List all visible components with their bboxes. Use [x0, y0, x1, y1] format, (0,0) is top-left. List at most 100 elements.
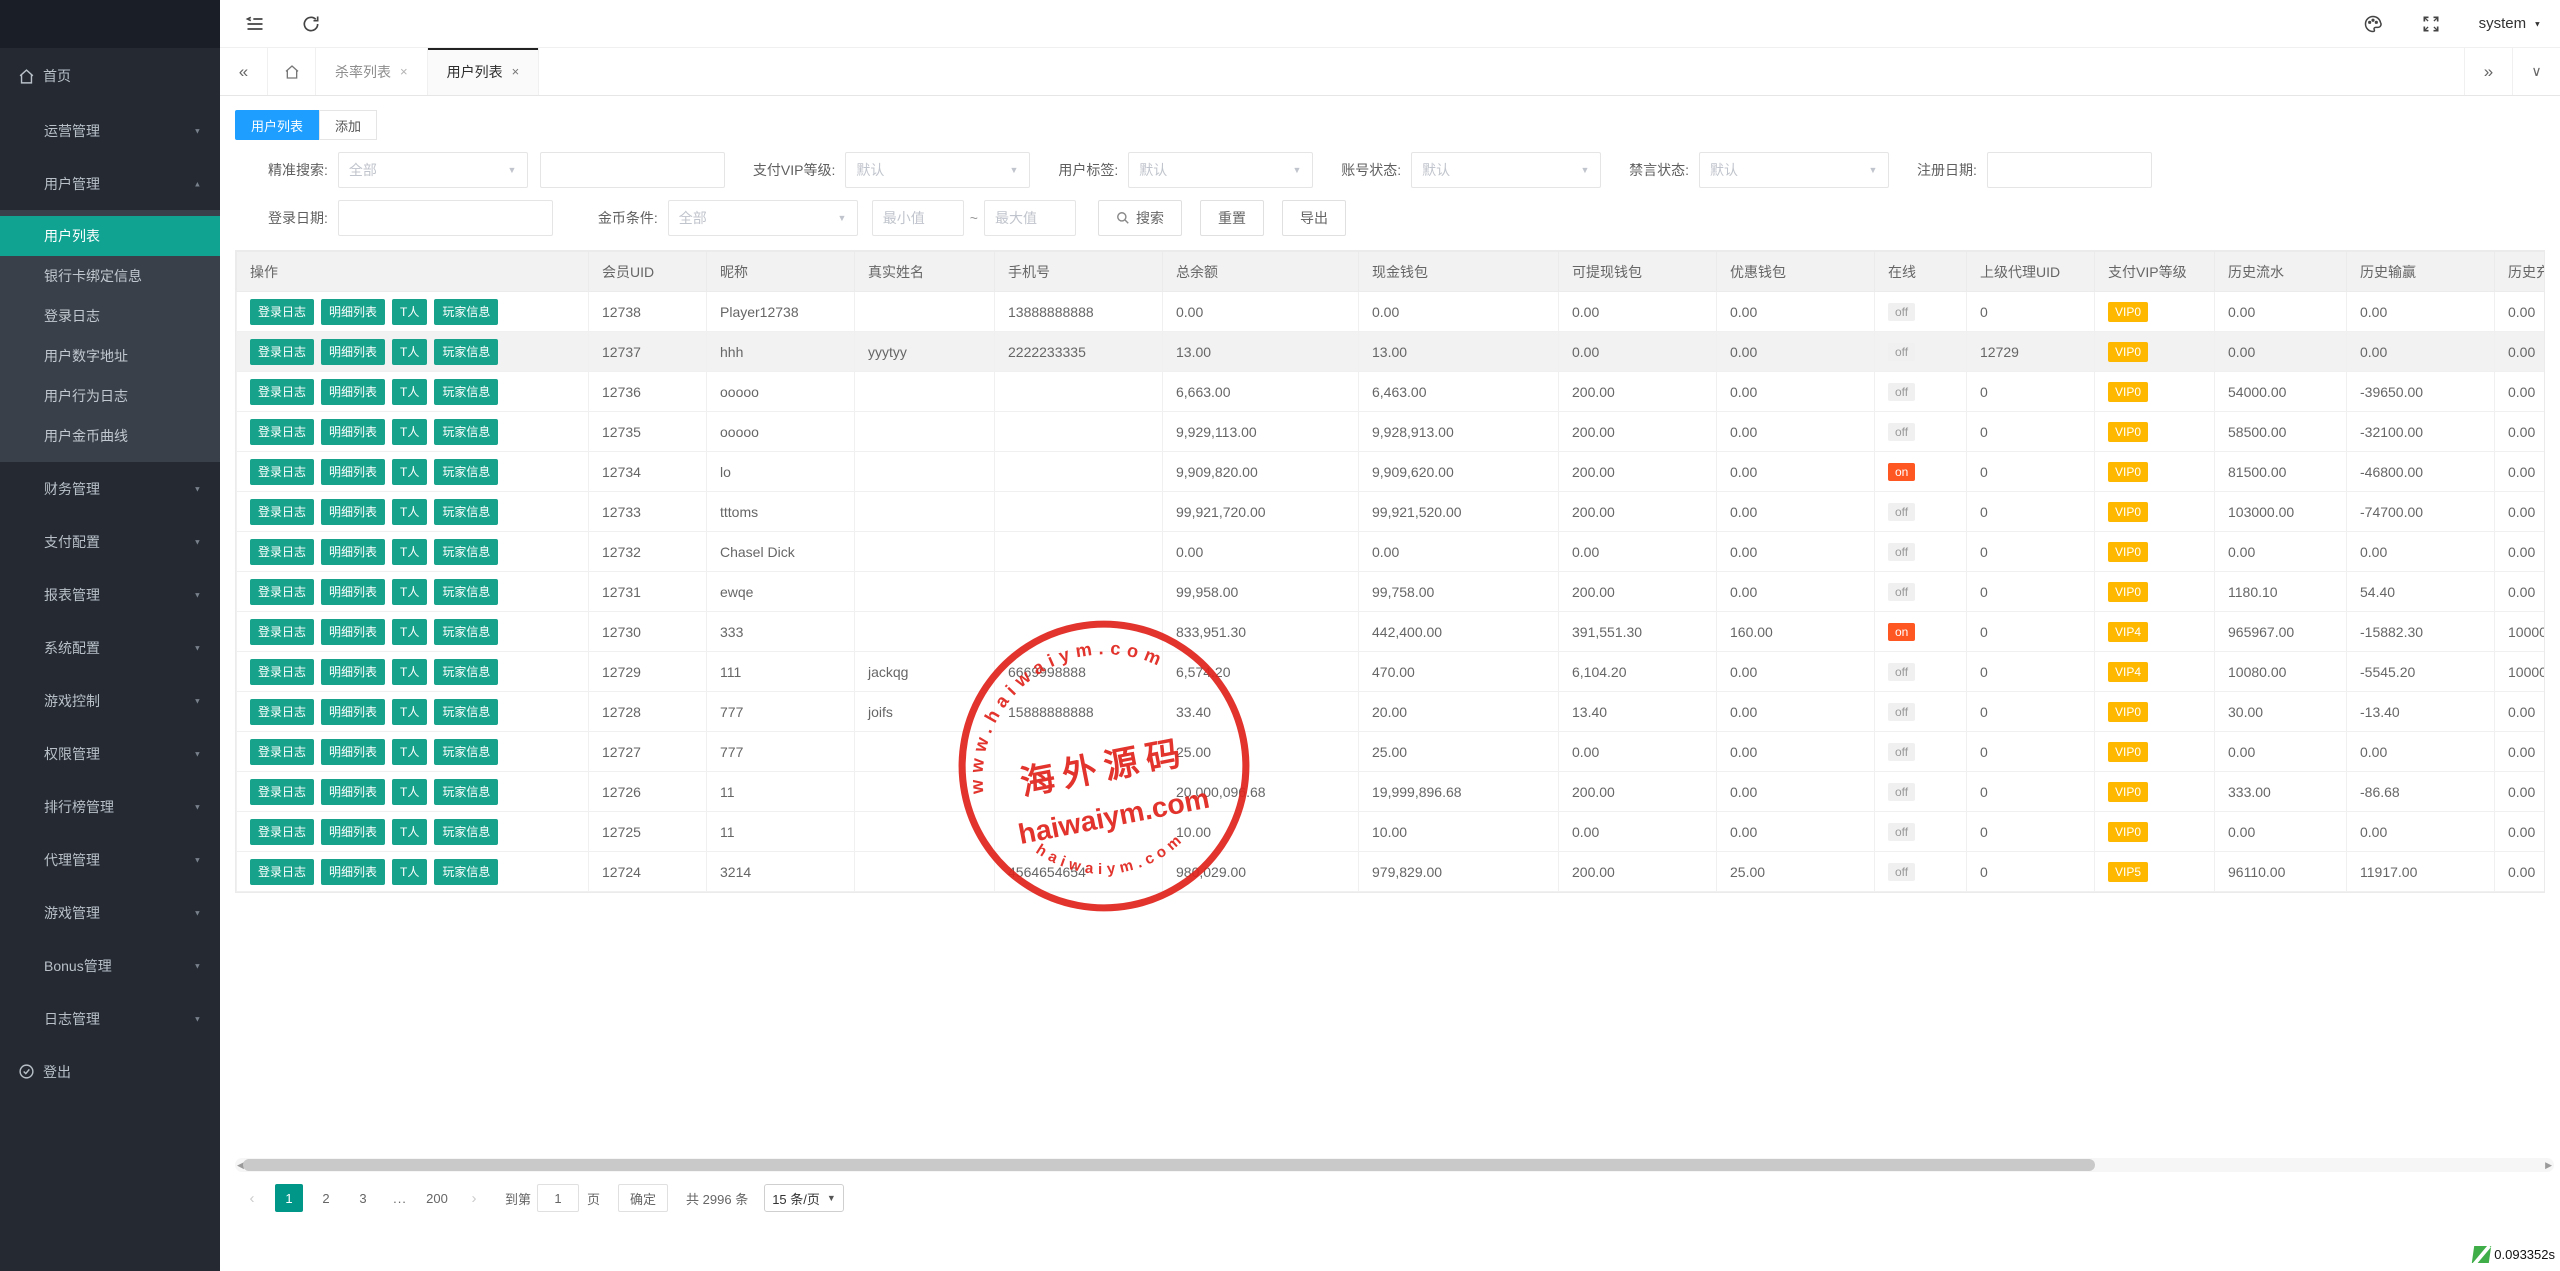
sidebar-group-3[interactable]: 支付配置▼	[0, 515, 220, 568]
sidebar-group-4[interactable]: 报表管理▼	[0, 568, 220, 621]
detail-list-button[interactable]: 明细列表	[321, 459, 385, 485]
sidebar-subitem-3[interactable]: 用户数字地址	[0, 336, 220, 376]
detail-list-button[interactable]: 明细列表	[321, 659, 385, 685]
sidebar-subitem-4[interactable]: 用户行为日志	[0, 376, 220, 416]
login-log-button[interactable]: 登录日志	[250, 819, 314, 845]
sidebar-group-5[interactable]: 系统配置▼	[0, 621, 220, 674]
login-log-button[interactable]: 登录日志	[250, 739, 314, 765]
login-log-button[interactable]: 登录日志	[250, 299, 314, 325]
sidebar-group-1[interactable]: 用户管理▲	[0, 157, 220, 210]
user-tag-select[interactable]: 默认▼	[1128, 152, 1313, 188]
detail-list-button[interactable]: 明细列表	[321, 779, 385, 805]
refresh-icon[interactable]	[301, 14, 321, 34]
add-button[interactable]: 添加	[319, 110, 377, 140]
detail-list-button[interactable]: 明细列表	[321, 339, 385, 365]
player-info-button[interactable]: 玩家信息	[434, 819, 498, 845]
per-page-select[interactable]: 15 条/页 ▼	[764, 1184, 844, 1212]
tab-0[interactable]: 杀率列表×	[316, 48, 428, 95]
kick-user-button[interactable]: T人	[392, 619, 427, 645]
player-info-button[interactable]: 玩家信息	[434, 579, 498, 605]
login-log-button[interactable]: 登录日志	[250, 419, 314, 445]
sidebar-subitem-5[interactable]: 用户金币曲线	[0, 416, 220, 456]
sidebar-group-9[interactable]: 代理管理▼	[0, 833, 220, 886]
page-button-2[interactable]: 2	[312, 1184, 340, 1212]
login-log-button[interactable]: 登录日志	[250, 859, 314, 885]
player-info-button[interactable]: 玩家信息	[434, 379, 498, 405]
sidebar-group-12[interactable]: 日志管理▼	[0, 992, 220, 1045]
detail-list-button[interactable]: 明细列表	[321, 499, 385, 525]
collapse-menu-icon[interactable]	[245, 14, 265, 34]
export-button[interactable]: 导出	[1282, 200, 1346, 236]
sidebar-subitem-2[interactable]: 登录日志	[0, 296, 220, 336]
detail-list-button[interactable]: 明细列表	[321, 859, 385, 885]
close-icon[interactable]: ×	[512, 64, 520, 79]
kick-user-button[interactable]: T人	[392, 419, 427, 445]
kick-user-button[interactable]: T人	[392, 499, 427, 525]
min-value-input[interactable]	[872, 200, 964, 236]
sidebar-group-2[interactable]: 财务管理▼	[0, 462, 220, 515]
search-button[interactable]: 搜索	[1098, 200, 1182, 236]
tab-home-button[interactable]	[268, 48, 316, 95]
sidebar-item-home[interactable]: 首页	[0, 48, 220, 104]
prev-page-button[interactable]: ‹	[238, 1184, 266, 1212]
player-info-button[interactable]: 玩家信息	[434, 739, 498, 765]
player-info-button[interactable]: 玩家信息	[434, 459, 498, 485]
kick-user-button[interactable]: T人	[392, 739, 427, 765]
coin-condition-select[interactable]: 全部▼	[668, 200, 858, 236]
player-info-button[interactable]: 玩家信息	[434, 339, 498, 365]
kick-user-button[interactable]: T人	[392, 379, 427, 405]
close-icon[interactable]: ×	[400, 64, 408, 79]
tabs-scroll-left-button[interactable]: «	[220, 48, 268, 95]
player-info-button[interactable]: 玩家信息	[434, 859, 498, 885]
tabs-menu-button[interactable]: ∨	[2512, 48, 2560, 95]
player-info-button[interactable]: 玩家信息	[434, 419, 498, 445]
sidebar-group-10[interactable]: 游戏管理▼	[0, 886, 220, 939]
detail-list-button[interactable]: 明细列表	[321, 739, 385, 765]
player-info-button[interactable]: 玩家信息	[434, 619, 498, 645]
scroll-right-arrow-icon[interactable]: ▶	[2545, 1160, 2552, 1171]
detail-list-button[interactable]: 明细列表	[321, 379, 385, 405]
kick-user-button[interactable]: T人	[392, 579, 427, 605]
login-log-button[interactable]: 登录日志	[250, 459, 314, 485]
user-list-button[interactable]: 用户列表	[235, 110, 319, 140]
player-info-button[interactable]: 玩家信息	[434, 699, 498, 725]
kick-user-button[interactable]: T人	[392, 779, 427, 805]
kick-user-button[interactable]: T人	[392, 459, 427, 485]
player-info-button[interactable]: 玩家信息	[434, 299, 498, 325]
player-info-button[interactable]: 玩家信息	[434, 499, 498, 525]
login-log-button[interactable]: 登录日志	[250, 699, 314, 725]
kick-user-button[interactable]: T人	[392, 539, 427, 565]
account-status-select[interactable]: 默认▼	[1411, 152, 1601, 188]
kick-user-button[interactable]: T人	[392, 659, 427, 685]
sidebar-group-7[interactable]: 权限管理▼	[0, 727, 220, 780]
player-info-button[interactable]: 玩家信息	[434, 539, 498, 565]
max-value-input[interactable]	[984, 200, 1076, 236]
precise-search-select[interactable]: 全部▼	[338, 152, 528, 188]
login-log-button[interactable]: 登录日志	[250, 539, 314, 565]
detail-list-button[interactable]: 明细列表	[321, 419, 385, 445]
kick-user-button[interactable]: T人	[392, 339, 427, 365]
player-info-button[interactable]: 玩家信息	[434, 659, 498, 685]
sidebar-group-6[interactable]: 游戏控制▼	[0, 674, 220, 727]
login-log-button[interactable]: 登录日志	[250, 499, 314, 525]
detail-list-button[interactable]: 明细列表	[321, 699, 385, 725]
tabs-scroll-right-button[interactable]: »	[2464, 48, 2512, 95]
tab-1[interactable]: 用户列表×	[428, 48, 540, 95]
login-log-button[interactable]: 登录日志	[250, 659, 314, 685]
detail-list-button[interactable]: 明细列表	[321, 579, 385, 605]
page-button-200[interactable]: 200	[423, 1184, 451, 1212]
sidebar-group-8[interactable]: 排行榜管理▼	[0, 780, 220, 833]
sidebar-subitem-1[interactable]: 银行卡绑定信息	[0, 256, 220, 296]
login-log-button[interactable]: 登录日志	[250, 619, 314, 645]
theme-palette-icon[interactable]	[2363, 14, 2383, 34]
page-button-3[interactable]: 3	[349, 1184, 377, 1212]
login-date-input[interactable]	[338, 200, 553, 236]
sidebar-group-11[interactable]: Bonus管理▼	[0, 939, 220, 992]
login-log-button[interactable]: 登录日志	[250, 579, 314, 605]
fullscreen-icon[interactable]	[2421, 14, 2441, 34]
detail-list-button[interactable]: 明细列表	[321, 299, 385, 325]
register-date-input[interactable]	[1987, 152, 2152, 188]
user-menu[interactable]: system ▼	[2479, 15, 2542, 32]
sidebar-group-0[interactable]: 运营管理▼	[0, 104, 220, 157]
login-log-button[interactable]: 登录日志	[250, 779, 314, 805]
